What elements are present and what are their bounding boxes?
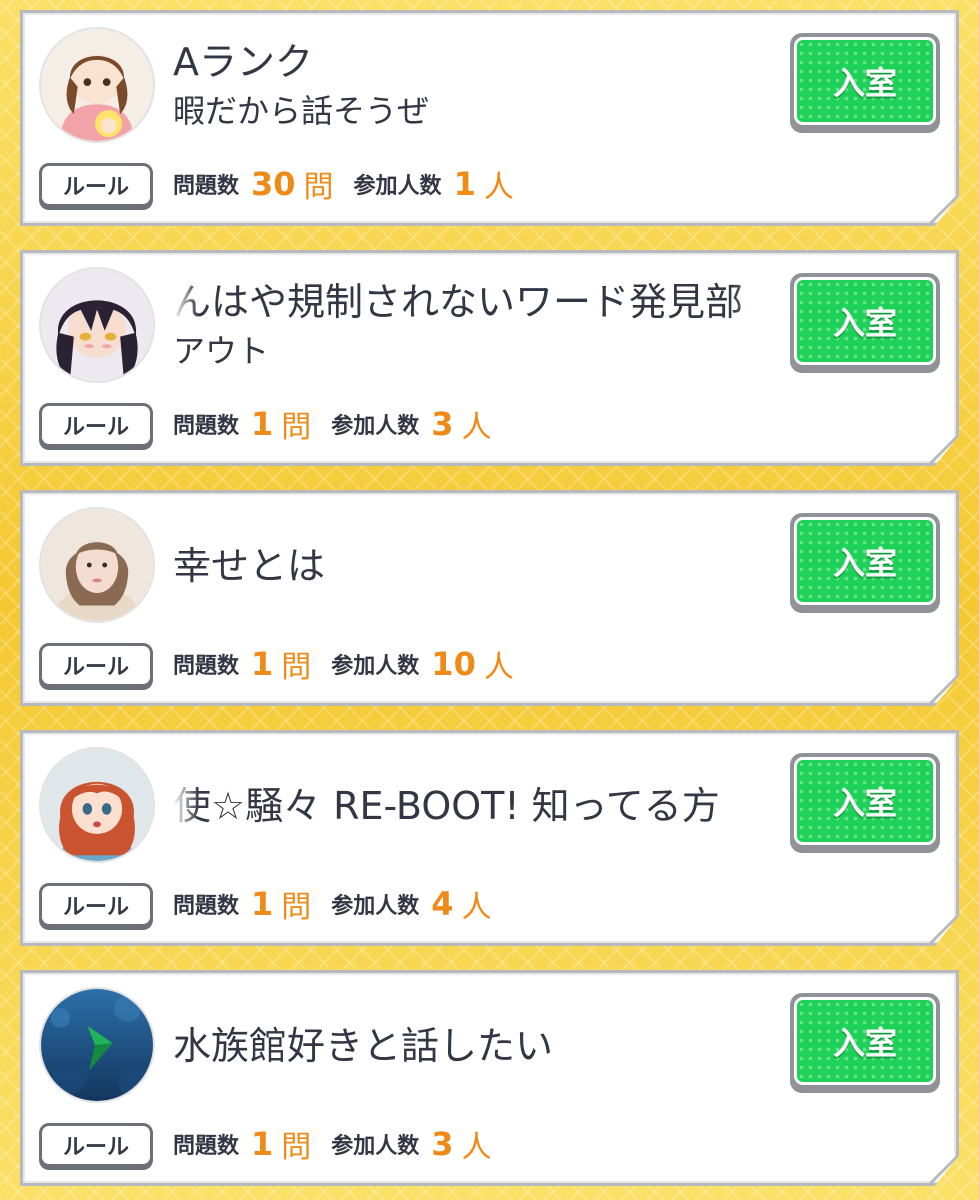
room-stats: 問題数 30 問 参加人数 1 人 xyxy=(173,159,534,209)
enter-room-button[interactable]: 入室 xyxy=(790,993,940,1093)
room-title: Aランク xyxy=(173,40,313,84)
room-card[interactable]: Aランク 暇だから話そうぜ 入室 ルール 問題数 30 問 参加人数 1 人 xyxy=(20,10,959,226)
enter-room-button[interactable]: 入室 xyxy=(790,513,940,613)
questions-count: 1 xyxy=(251,405,274,443)
participants-unit: 人 xyxy=(483,170,514,205)
participants-count: 3 xyxy=(431,1125,454,1163)
room-stats: 問題数 1 問 参加人数 10 人 xyxy=(173,639,534,689)
room-stats: 問題数 1 問 参加人数 3 人 xyxy=(173,399,512,449)
room-card[interactable]: 水族館好きと話したい 入室 ルール 問題数 1 問 参加人数 3 人 xyxy=(20,970,959,1186)
room-title: んはや規制されないワード発見部 xyxy=(173,280,744,324)
participants-unit: 人 xyxy=(461,410,492,445)
participants-label: 参加人数 xyxy=(331,654,420,679)
room-title: 幸せとは xyxy=(173,544,326,588)
participants-label: 参加人数 xyxy=(331,414,420,439)
rule-button[interactable]: ルール xyxy=(39,643,153,687)
participants-count: 10 xyxy=(431,645,476,683)
room-subtitle: 暇だから話そうぜ xyxy=(173,92,430,130)
participants-label: 参加人数 xyxy=(353,174,442,199)
questions-label: 問題数 xyxy=(173,654,240,679)
rule-button[interactable]: ルール xyxy=(39,403,153,447)
enter-room-label[interactable]: 入室 xyxy=(794,757,936,845)
room-stats: 問題数 1 問 参加人数 4 人 xyxy=(173,879,512,929)
rule-button[interactable]: ルール xyxy=(39,883,153,927)
avatar-anime-girl-dark-hair-image xyxy=(41,269,153,381)
questions-unit: 問 xyxy=(303,170,334,205)
enter-room-label[interactable]: 入室 xyxy=(794,997,936,1085)
questions-unit: 問 xyxy=(281,650,312,685)
avatar-anime-girl-pink-image xyxy=(41,29,153,141)
room-card[interactable]: 幸せとは 入室 ルール 問題数 1 問 参加人数 10 人 xyxy=(20,490,959,706)
questions-count: 1 xyxy=(251,885,274,923)
questions-label: 問題数 xyxy=(173,894,240,919)
enter-room-button[interactable]: 入室 xyxy=(790,273,940,373)
questions-label: 問題数 xyxy=(173,414,240,439)
room-subtitle: アウト xyxy=(173,332,270,370)
questions-unit: 問 xyxy=(281,410,312,445)
avatar-anime-girl-red-hair-image xyxy=(41,749,153,861)
participants-label: 参加人数 xyxy=(331,1134,420,1159)
participants-label: 参加人数 xyxy=(331,894,420,919)
rule-button[interactable]: ルール xyxy=(39,1123,153,1167)
room-title: 使☆騒々 RE-BOOT! 知ってる方 xyxy=(173,784,720,828)
enter-room-label[interactable]: 入室 xyxy=(794,517,936,605)
room-stats: 問題数 1 問 参加人数 3 人 xyxy=(173,1119,512,1169)
enter-room-button[interactable]: 入室 xyxy=(790,33,940,133)
participants-unit: 人 xyxy=(461,890,492,925)
room-title: 水族館好きと話したい xyxy=(173,1024,554,1068)
room-host-avatar xyxy=(39,267,155,383)
questions-label: 問題数 xyxy=(173,174,240,199)
room-host-avatar xyxy=(39,747,155,863)
participants-count: 1 xyxy=(453,165,476,203)
questions-count: 1 xyxy=(251,645,274,683)
room-card[interactable]: 使☆騒々 RE-BOOT! 知ってる方 入室 ルール 問題数 1 問 参加人数 … xyxy=(20,730,959,946)
enter-room-label[interactable]: 入室 xyxy=(794,37,936,125)
enter-room-button[interactable]: 入室 xyxy=(790,753,940,853)
questions-unit: 問 xyxy=(281,1130,312,1165)
avatar-photo-woman-image xyxy=(41,509,153,621)
questions-count: 30 xyxy=(251,165,296,203)
questions-count: 1 xyxy=(251,1125,274,1163)
room-card[interactable]: んはや規制されないワード発見部 アウト 入室 ルール 問題数 1 問 参加人数 … xyxy=(20,250,959,466)
participants-unit: 人 xyxy=(483,650,514,685)
room-host-avatar xyxy=(39,507,155,623)
participants-unit: 人 xyxy=(461,1130,492,1165)
enter-room-label[interactable]: 入室 xyxy=(794,277,936,365)
participants-count: 3 xyxy=(431,405,454,443)
room-host-avatar xyxy=(39,27,155,143)
questions-unit: 問 xyxy=(281,890,312,925)
avatar-aquarium-fish-image xyxy=(41,989,153,1101)
rule-button[interactable]: ルール xyxy=(39,163,153,207)
participants-count: 4 xyxy=(431,885,454,923)
questions-label: 問題数 xyxy=(173,1134,240,1159)
room-host-avatar xyxy=(39,987,155,1103)
